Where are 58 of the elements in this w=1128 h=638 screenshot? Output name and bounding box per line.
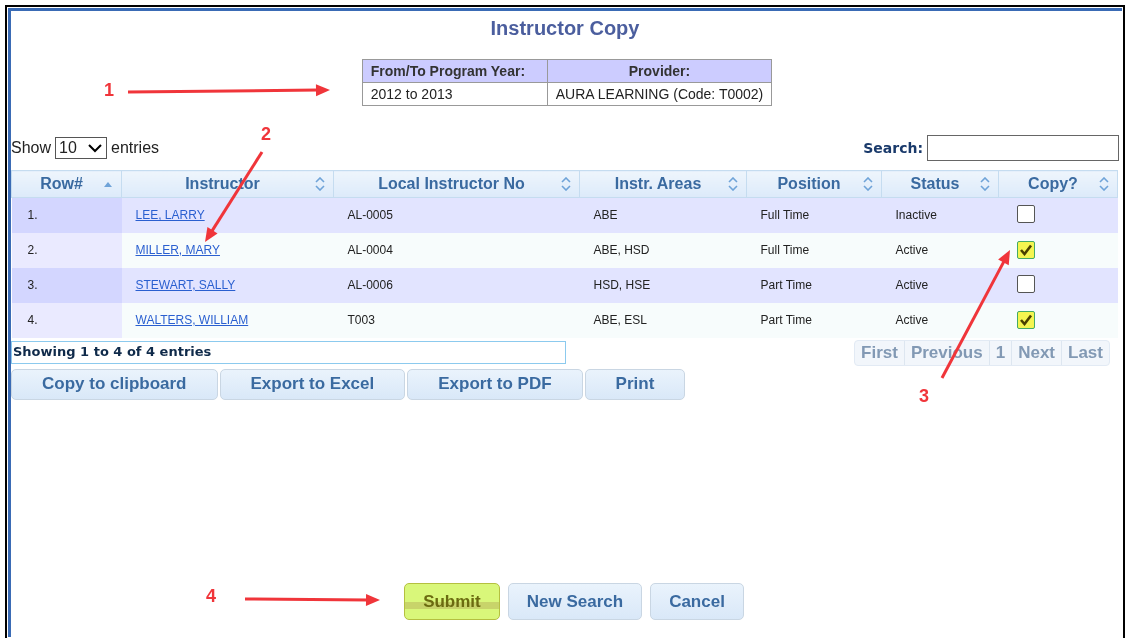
- checkmark-icon: [1018, 244, 1033, 256]
- table-cell: AL-0006: [347, 278, 393, 292]
- info-header-cell: Provider:: [547, 59, 772, 83]
- instructor-link[interactable]: MILLER, MARY: [135, 243, 220, 257]
- info-header-cell: From/To Program Year:: [362, 59, 548, 83]
- page-title: Instructor Copy: [489, 16, 641, 41]
- entries-select[interactable]: 10: [55, 137, 108, 159]
- column-header[interactable]: Instr. Areas: [579, 170, 747, 198]
- table-cell: AL-0005: [347, 208, 393, 223]
- column-header[interactable]: Row#: [11, 170, 122, 198]
- table-cell: ABE: [593, 208, 618, 223]
- entries-label: entries: [111, 139, 160, 157]
- table-cell: Inactive: [895, 208, 937, 223]
- copy-checkbox[interactable]: [1016, 204, 1035, 223]
- table-cell: T003: [347, 313, 375, 327]
- instructor-link[interactable]: STEWART, SALLY: [135, 278, 236, 292]
- table-cell: Active: [895, 313, 929, 327]
- table-cell: 2.: [27, 243, 38, 257]
- callout-number: 1: [104, 80, 114, 101]
- entries-info: Showing 1 to 4 of 4 entries: [11, 341, 566, 364]
- table-cell: 4.: [27, 313, 38, 327]
- action-button[interactable]: New Search: [507, 583, 643, 620]
- table-cell: ABE, HSD: [593, 243, 650, 257]
- table-cell: 3.: [27, 278, 38, 292]
- info-cell: AURA LEARNING (Code: T0002): [547, 82, 772, 106]
- table-cell: ABE, ESL: [593, 313, 647, 327]
- column-header[interactable]: Copy?: [998, 170, 1118, 198]
- table-cell: Full Time: [760, 243, 810, 257]
- callout-number: 2: [261, 124, 271, 145]
- export-button[interactable]: Export to Excel: [219, 368, 406, 400]
- table-cell: Full Time: [760, 208, 810, 223]
- show-label: Show: [11, 139, 52, 157]
- column-header[interactable]: Status: [881, 170, 999, 198]
- action-button[interactable]: Cancel: [650, 583, 744, 620]
- instructor-link[interactable]: LEE, LARRY: [135, 208, 205, 223]
- action-button[interactable]: Submit: [404, 583, 500, 620]
- export-button[interactable]: Copy to clipboard: [11, 368, 218, 400]
- export-button[interactable]: Export to PDF: [407, 368, 583, 400]
- search-field[interactable]: [927, 135, 1119, 161]
- callout-number: 3: [919, 386, 929, 407]
- table-cell: Part Time: [760, 278, 812, 292]
- table-cell: Active: [895, 278, 929, 292]
- search-label: Search:: [863, 140, 923, 156]
- column-header[interactable]: Position: [746, 170, 882, 198]
- copy-checkbox[interactable]: [1016, 311, 1035, 329]
- table-cell: Part Time: [760, 313, 812, 327]
- table-cell: AL-0004: [347, 243, 393, 257]
- table-cell: 1.: [27, 208, 38, 223]
- callout-number: 4: [206, 586, 216, 607]
- copy-checkbox[interactable]: [1016, 274, 1035, 293]
- chevron-down-icon: [87, 143, 104, 153]
- table-cell: HSD, HSE: [593, 278, 651, 292]
- copy-checkbox[interactable]: [1016, 241, 1035, 259]
- column-header[interactable]: Local Instructor No: [333, 170, 580, 198]
- checkmark-icon: [1018, 314, 1033, 326]
- export-button[interactable]: Print: [584, 368, 686, 400]
- info-cell: 2012 to 2013: [362, 82, 548, 106]
- table-cell: Active: [895, 243, 929, 257]
